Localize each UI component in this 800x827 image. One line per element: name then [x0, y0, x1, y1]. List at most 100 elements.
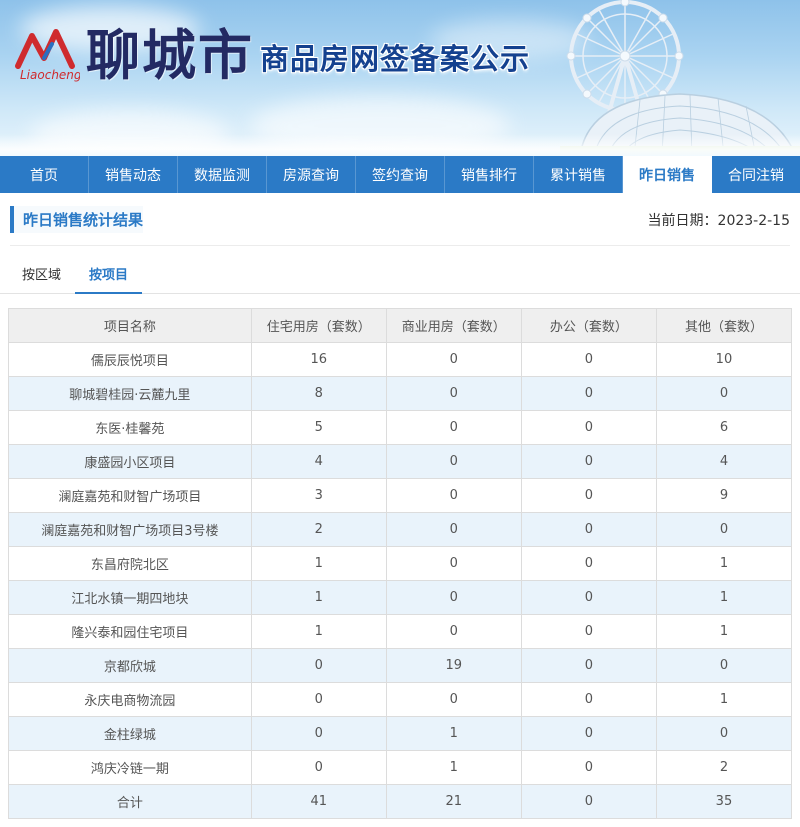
value-cell: 0 — [250, 750, 387, 785]
value-cell: 4 — [655, 444, 793, 479]
liaocheng-logo-icon: Liaocheng — [15, 29, 80, 82]
value-cell: 0 — [520, 478, 657, 513]
value-cell: 0 — [385, 376, 522, 411]
nav-item-3[interactable]: 房源查询 — [267, 156, 356, 193]
nav-item-label: 房源查询 — [283, 167, 339, 184]
value-cell: 2 — [250, 512, 387, 547]
value-cell: 0 — [385, 410, 522, 445]
nav-item-label: 销售排行 — [461, 167, 517, 184]
table-row: 康盛园小区项目 4004 — [8, 444, 793, 479]
value-cell: 0 — [385, 546, 522, 581]
nav-item-label: 首页 — [30, 167, 58, 184]
value-cell: 0 — [250, 716, 387, 751]
tab-label: 按项目 — [89, 268, 129, 283]
value-cell: 0 — [385, 342, 522, 377]
project-name-cell: 康盛园小区项目 — [8, 444, 252, 479]
nav-item-6[interactable]: 累计销售 — [534, 156, 623, 193]
project-name-cell: 江北水镇一期四地块 — [8, 580, 252, 615]
value-cell: 0 — [520, 716, 657, 751]
table-row: 金柱绿城 0100 — [8, 716, 793, 751]
table-row: 江北水镇一期四地块 1001 — [8, 580, 793, 615]
nav-item-8[interactable]: 合同注销 — [712, 156, 800, 193]
tab-1[interactable]: 按项目 — [75, 256, 143, 294]
value-cell: 0 — [520, 580, 657, 615]
value-cell: 0 — [385, 614, 522, 649]
value-cell: 41 — [250, 784, 387, 819]
table-row: 东昌府院北区 1001 — [8, 546, 793, 581]
value-cell: 1 — [385, 716, 522, 751]
value-cell: 0 — [655, 512, 793, 547]
project-name-cell: 鸿庆冷链一期 — [8, 750, 252, 785]
tab-label: 按区域 — [22, 268, 62, 283]
value-cell: 0 — [520, 376, 657, 411]
value-cell: 1 — [250, 614, 387, 649]
skyline-decoration — [0, 134, 800, 156]
value-cell: 0 — [655, 648, 793, 683]
table-header-row: 项目名称 住宅用房（套数） 商业用房（套数） 办公（套数） 其他（套数） — [8, 308, 793, 343]
project-name-cell: 东昌府院北区 — [8, 546, 252, 581]
table-row: 聊城碧桂园·云麓九里 8000 — [8, 376, 793, 411]
project-name-cell: 澜庭嘉苑和财智广场项目3号楼 — [8, 512, 252, 547]
value-cell: 1 — [655, 580, 793, 615]
tab-0[interactable]: 按区域 — [8, 256, 75, 293]
value-cell: 5 — [250, 410, 387, 445]
value-cell: 0 — [520, 682, 657, 717]
value-cell: 0 — [520, 648, 657, 683]
value-cell: 19 — [385, 648, 522, 683]
table-total-row: 合计 41 21 0 35 — [8, 784, 793, 819]
table-row: 东医·桂馨苑 5006 — [8, 410, 793, 445]
city-name-calligraphy: 聊城市 — [86, 23, 254, 87]
column-header: 其他（套数） — [655, 308, 793, 343]
nav-item-label: 昨日销售 — [639, 167, 695, 184]
value-cell: 0 — [520, 546, 657, 581]
view-tabs: 按区域 按项目 — [0, 256, 800, 294]
table-body: 儒辰辰悦项目 16 0 0 10 聊城碧桂园·云麓九里 8000 东医·桂馨苑 500… — [8, 342, 793, 819]
value-cell: 0 — [385, 682, 522, 717]
value-cell: 1 — [250, 546, 387, 581]
value-cell: 0 — [520, 512, 657, 547]
value-cell: 0 — [385, 478, 522, 513]
nav-item-label: 销售动态 — [105, 167, 161, 184]
value-cell: 0 — [385, 580, 522, 615]
column-header: 项目名称 — [8, 308, 252, 343]
value-cell: 0 — [520, 342, 657, 377]
value-cell: 0 — [520, 410, 657, 445]
project-name-cell: 金柱绿城 — [8, 716, 252, 751]
value-cell: 16 — [250, 342, 387, 377]
section-header: 昨日销售统计结果 当前日期：2023-2-15 — [10, 206, 790, 246]
nav-item-4[interactable]: 签约查询 — [356, 156, 445, 193]
value-cell: 6 — [655, 410, 793, 445]
column-header: 住宅用房（套数） — [250, 308, 387, 343]
table-row: 澜庭嘉苑和财智广场项目3号楼 2000 — [8, 512, 793, 547]
nav-item-7[interactable]: 昨日销售 — [623, 156, 712, 193]
value-cell: 35 — [655, 784, 793, 819]
project-name-cell: 京都欣城 — [8, 648, 252, 683]
value-cell: 0 — [520, 614, 657, 649]
page-title: 昨日销售统计结果 — [10, 206, 144, 233]
table-row: 隆兴泰和园住宅项目 1001 — [8, 614, 793, 649]
table-row: 儒辰辰悦项目 16 0 0 10 — [8, 342, 793, 377]
value-cell: 0 — [520, 784, 657, 819]
column-header: 商业用房（套数） — [385, 308, 522, 343]
site-banner: Liaocheng 聊城市 商品房网签备案公示 — [0, 0, 800, 156]
project-name-cell: 聊城碧桂园·云麓九里 — [8, 376, 252, 411]
project-name-cell: 永庆电商物流园 — [8, 682, 252, 717]
value-cell: 0 — [520, 750, 657, 785]
nav-item-5[interactable]: 销售排行 — [445, 156, 534, 193]
value-cell: 10 — [655, 342, 793, 377]
nav-item-label: 签约查询 — [372, 167, 428, 184]
table-row: 永庆电商物流园 0001 — [8, 682, 793, 717]
table-row: 澜庭嘉苑和财智广场项目 3009 — [8, 478, 793, 513]
nav-item-1[interactable]: 销售动态 — [89, 156, 178, 193]
value-cell: 8 — [250, 376, 387, 411]
value-cell: 1 — [655, 614, 793, 649]
sales-table: 项目名称 住宅用房（套数） 商业用房（套数） 办公（套数） 其他（套数） 儒辰辰悦项目 … — [8, 308, 793, 819]
project-name-cell: 隆兴泰和园住宅项目 — [8, 614, 252, 649]
value-cell: 0 — [655, 716, 793, 751]
project-name-cell: 东医·桂馨苑 — [8, 410, 252, 445]
value-cell: 0 — [385, 512, 522, 547]
nav-item-0[interactable]: 首页 — [0, 156, 89, 193]
nav-item-2[interactable]: 数据监测 — [178, 156, 267, 193]
site-title: 商品房网签备案公示 — [260, 42, 531, 76]
project-name-cell: 儒辰辰悦项目 — [8, 342, 252, 377]
